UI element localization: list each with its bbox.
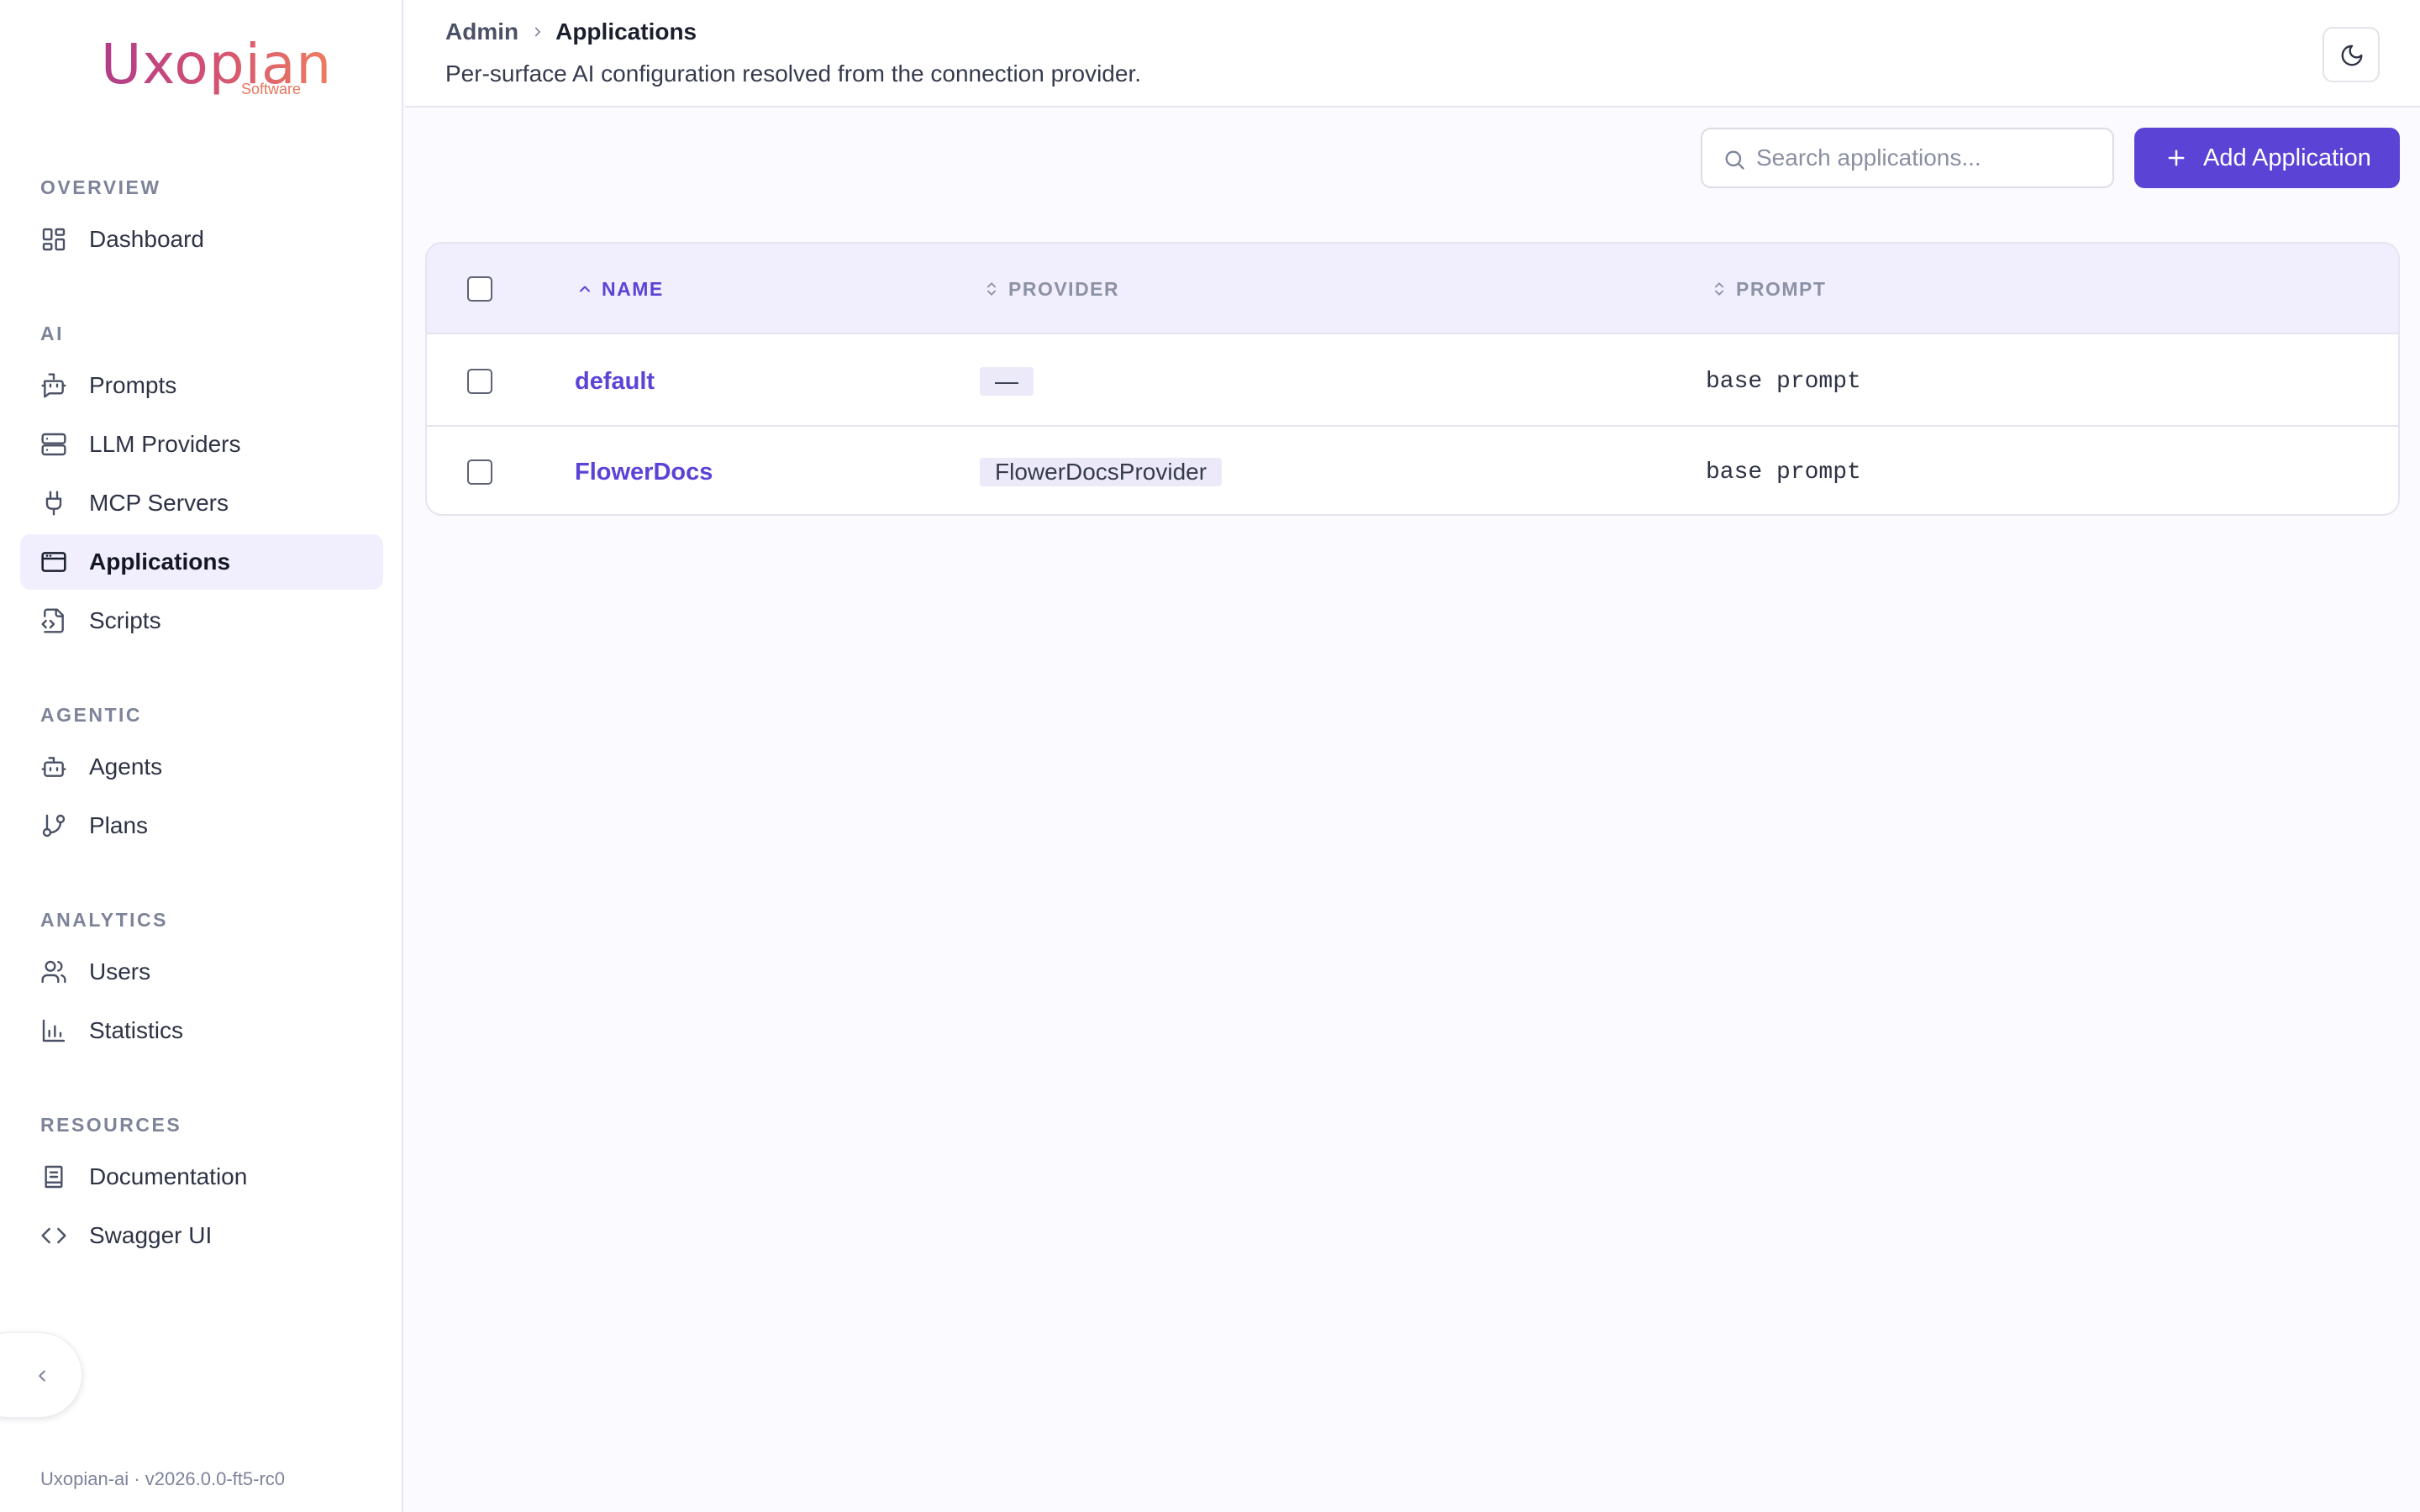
sort-icon [986,282,997,296]
nav-section-analytics: ANALYTICS [40,909,168,931]
sidebar-item-label: Applications [89,549,231,575]
chevron-right-icon [530,24,545,40]
sidebar-item-label: Documentation [89,1163,248,1189]
application-name-link[interactable]: default [575,336,655,427]
chevron-left-icon [39,1370,45,1382]
sidebar-item-swagger-ui[interactable]: Swagger UI [20,1208,383,1263]
page-title: Applications [555,18,697,45]
table-header: NAME PROVIDER PROMPT [427,244,2398,334]
sidebar-item-users[interactable]: Users [20,944,383,1000]
version-label: Uxopian-ai · v2026.0.0-ft5-rc0 [40,1468,286,1489]
table-row[interactable]: FlowerDocs FlowerDocsProvider base promp… [427,427,2398,514]
book-icon [40,1163,67,1190]
bot-icon [40,753,67,780]
column-header-label: PROMPT [1736,277,1827,300]
nav-section-resources: RESOURCES [40,1114,182,1136]
sidebar-item-prompts[interactable]: Prompts [20,358,383,413]
search-icon [1725,150,1744,170]
sidebar-item-label: LLM Providers [89,431,241,457]
provider-badge: — [980,367,1034,396]
sidebar: Uxopian Software OVERVIEW Dashboard AI P… [0,0,403,1512]
code-icon [40,1222,67,1249]
sidebar-item-label: Agents [89,753,163,780]
logo-subtitle: Software [240,81,301,97]
nav-section-ai: AI [40,323,64,344]
dashboard-icon [40,226,67,253]
sidebar-item-label: Statistics [89,1017,184,1043]
add-application-button[interactable]: Add Application [2134,128,2400,188]
plus-icon [2168,150,2185,166]
bar-chart-icon [40,1017,67,1044]
breadcrumb: Admin Applications [445,18,697,45]
row-checkbox[interactable] [467,369,492,394]
column-header-provider[interactable]: PROVIDER [983,244,1119,334]
sidebar-item-dashboard[interactable]: Dashboard [20,212,383,267]
column-header-name[interactable]: NAME [576,244,664,334]
prompt-cell: base prompt [1706,368,1861,395]
sidebar-item-documentation[interactable]: Documentation [20,1149,383,1205]
search-field[interactable] [1701,128,2114,188]
column-header-label: NAME [602,277,664,300]
nav-section-agentic: AGENTIC [40,704,142,726]
file-code-icon [40,607,67,634]
logo[interactable]: Uxopian Software [101,34,331,101]
sidebar-item-llm-providers[interactable]: LLM Providers [20,417,383,472]
applications-table: NAME PROVIDER PROMPT default — base prom… [425,242,2400,516]
sidebar-item-mcp-servers[interactable]: MCP Servers [20,475,383,531]
sidebar-item-agents[interactable]: Agents [20,739,383,795]
application-name-link[interactable]: FlowerDocs [575,427,713,514]
theme-toggle-button[interactable] [2323,27,2380,82]
breadcrumb-admin[interactable]: Admin [445,18,518,45]
sidebar-item-plans[interactable]: Plans [20,798,383,853]
sidebar-item-label: Users [89,958,151,984]
sort-icon [1714,282,1724,296]
sidebar-item-label: Scripts [89,607,161,633]
moon-icon [2341,45,2363,66]
plug-icon [40,490,67,517]
sidebar-item-label: Swagger UI [89,1222,213,1248]
collapse-sidebar-button[interactable] [0,1332,82,1418]
page-subtitle: Per-surface AI configuration resolved fr… [445,60,1141,87]
row-checkbox[interactable] [467,459,492,485]
prompt-cell: base prompt [1706,459,1861,486]
page-header: Admin Applications Per-surface AI config… [405,0,2420,108]
table-row[interactable]: default — base prompt [427,336,2398,427]
column-header-prompt[interactable]: PROMPT [1711,244,1826,334]
sidebar-item-statistics[interactable]: Statistics [20,1003,383,1058]
sidebar-item-label: Dashboard [89,226,204,252]
add-application-label: Add Application [2203,144,2371,171]
column-header-label: PROVIDER [1008,277,1120,300]
server-icon [40,431,67,458]
sidebar-item-label: MCP Servers [89,490,229,516]
sidebar-item-scripts[interactable]: Scripts [20,593,383,648]
bot-message-icon [40,372,67,399]
app-window-icon [40,549,67,575]
users-icon [40,958,67,985]
sidebar-item-label: Plans [89,812,149,838]
search-input[interactable] [1756,129,2101,186]
git-branch-icon [40,812,67,839]
sort-ascending-icon [580,286,590,292]
nav-section-overview: OVERVIEW [40,176,161,198]
provider-badge: FlowerDocsProvider [980,458,1223,486]
sidebar-item-applications[interactable]: Applications [20,534,383,590]
sidebar-item-label: Prompts [89,372,177,398]
select-all-checkbox[interactable] [467,276,492,302]
